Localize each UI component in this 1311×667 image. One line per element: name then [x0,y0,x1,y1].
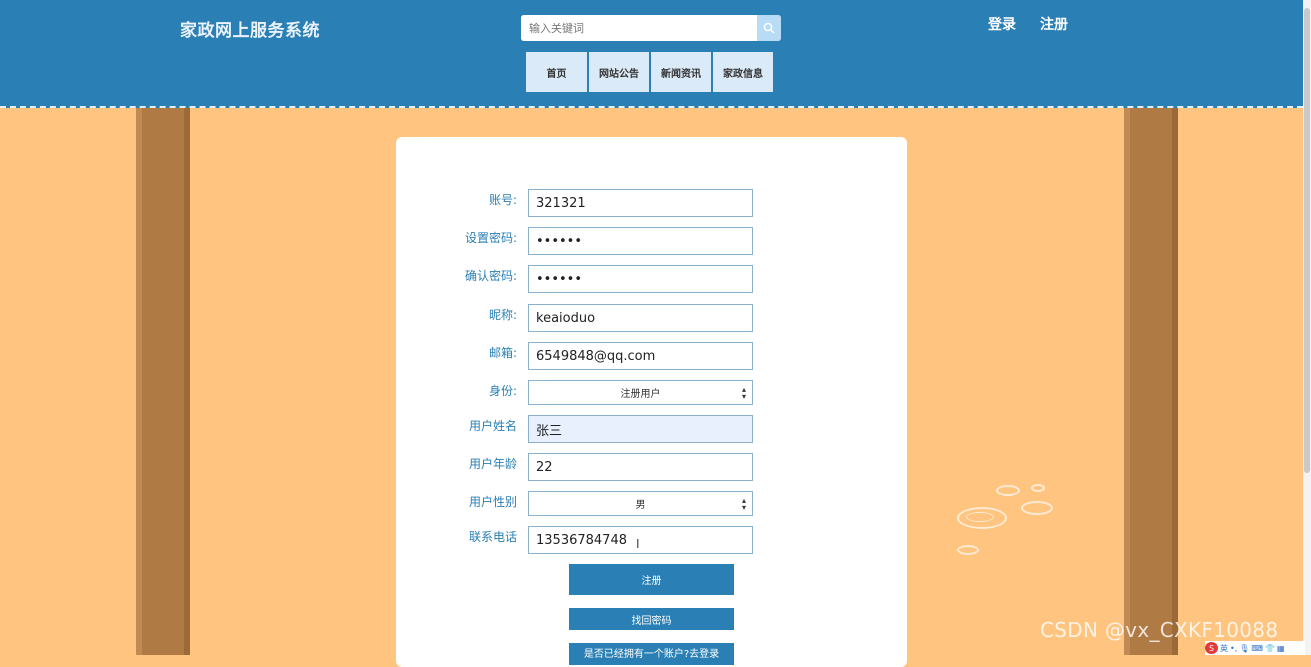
email-field[interactable] [528,342,753,370]
background-bubble [1031,484,1045,492]
watermark: CSDN @vx_CXKF10088 [1040,618,1279,642]
select-arrows-icon: ▴ ▾ [741,385,746,401]
background-bubble [957,545,979,555]
nav-item-news[interactable]: 新闻资讯 [651,52,711,92]
search-input[interactable] [521,15,757,41]
confirm-password-field[interactable] [528,265,753,293]
password-field[interactable] [528,227,753,255]
login-link[interactable]: 登录 [988,14,1016,34]
background-bubble [996,485,1020,496]
gender-label: 用户性别 [468,495,517,509]
identity-select[interactable]: 注册用户 ▴ ▾ [528,380,753,405]
ime-logo-icon: S [1205,642,1218,654]
microphone-icon: 🎙 [1239,643,1250,653]
scrollbar[interactable] [1303,0,1311,655]
register-form: 账号: 设置密码: 确认密码: 昵称: 邮箱: 身份: 注册用户 ▴▾ 用户姓名… [396,137,907,667]
forgot-password-button[interactable]: 找回密码 [569,608,734,630]
nickname-label: 昵称: [488,308,517,322]
confirm-password-label: 确认密码: [464,269,517,283]
register-link[interactable]: 注册 [1040,14,1068,34]
email-label: 邮箱: [488,346,517,360]
site-header: 家政网上服务系统 登录 注册 首页 网站公告 新闻资讯 家政信息 [0,0,1303,108]
register-button[interactable]: 注册 [569,564,734,595]
nav-item-home[interactable]: 首页 [526,52,587,92]
account-label: 账号: [488,193,517,207]
background-pillar-right [1124,108,1178,655]
background-bubble [966,512,994,522]
real-name-field[interactable] [528,415,753,443]
nav-item-announcements[interactable]: 网站公告 [589,52,649,92]
ime-tray: S 英 •, 🎙 ⌨ 👕 ▦ [1205,641,1305,655]
background-pillar-left [136,108,190,655]
ime-language[interactable]: 英 [1220,643,1228,654]
search-icon [763,22,775,34]
gender-select-value: 男 [635,500,646,511]
real-name-label: 用户姓名 [468,419,517,433]
main-nav: 首页 网站公告 新闻资讯 家政信息 [526,52,773,92]
age-field[interactable] [528,453,753,481]
go-login-button[interactable]: 是否已经拥有一个账户?去登录 [569,643,734,665]
site-title: 家政网上服务系统 [180,21,320,41]
phone-label: 联系电话 [468,530,517,544]
scrollbar-thumb[interactable] [1304,8,1310,473]
nav-item-housekeeping-info[interactable]: 家政信息 [713,52,773,92]
age-label: 用户年龄 [468,457,517,471]
background-bubble [1021,501,1053,515]
keyboard-icon: ⌨ [1251,643,1263,653]
punctuation-icon: •, [1230,643,1238,653]
search-box [521,15,781,41]
text-cursor-icon: I [636,537,640,551]
search-button[interactable] [757,15,781,41]
nickname-field[interactable] [528,304,753,332]
phone-field[interactable] [528,526,753,554]
gender-select[interactable]: 男 ▴ ▾ [528,491,753,516]
identity-select-value: 注册用户 [620,389,661,400]
password-label: 设置密码: [464,231,517,245]
skin-icon: 👕 [1264,643,1275,653]
identity-label: 身份: [488,384,517,398]
account-field[interactable] [528,189,753,217]
select-arrows-icon: ▴ ▾ [741,496,746,512]
grid-icon: ▦ [1276,643,1285,653]
